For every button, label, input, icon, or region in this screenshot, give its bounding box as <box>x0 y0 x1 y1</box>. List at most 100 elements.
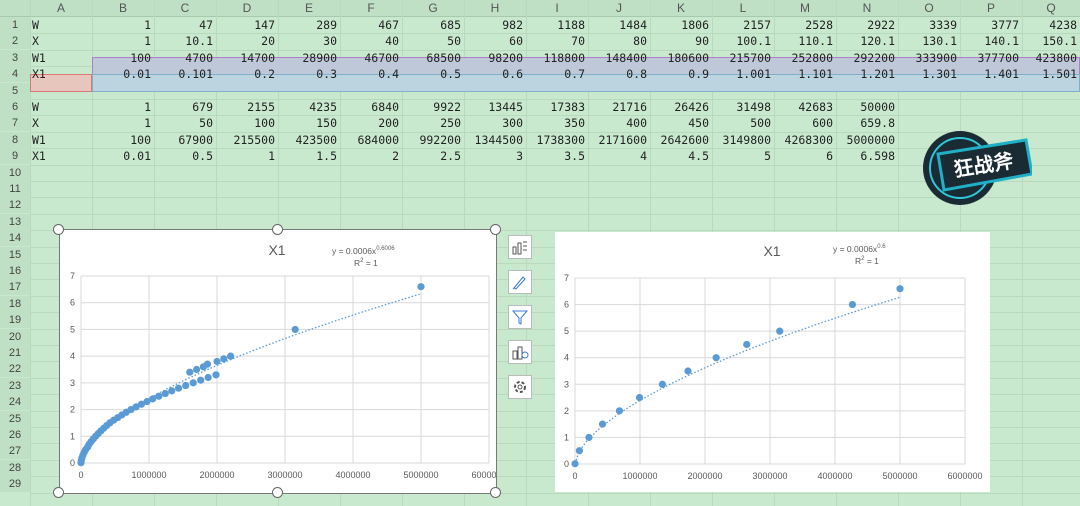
data-cell[interactable]: 3777 <box>960 17 1022 33</box>
data-cell[interactable]: 150.1 <box>1022 33 1080 49</box>
column-header-l[interactable]: L <box>712 0 774 17</box>
data-cell[interactable]: 42683 <box>774 99 836 115</box>
data-cell[interactable]: 0.8 <box>588 66 650 82</box>
data-cell[interactable]: 21716 <box>588 99 650 115</box>
row-header-24[interactable]: 24 <box>0 394 30 411</box>
data-cell[interactable]: 400 <box>588 115 650 131</box>
row-header-10[interactable]: 10 <box>0 164 30 181</box>
data-cell[interactable]: 1 <box>92 17 154 33</box>
label-cell[interactable]: X <box>32 115 94 131</box>
resize-handle-tl[interactable] <box>53 224 64 235</box>
chart-data-button[interactable] <box>508 340 532 364</box>
data-cell[interactable]: 292200 <box>836 50 898 66</box>
row-header-15[interactable]: 15 <box>0 246 30 263</box>
data-cell[interactable]: 30 <box>278 33 340 49</box>
data-cell[interactable]: 0.101 <box>154 66 216 82</box>
data-cell[interactable]: 4.5 <box>650 148 712 164</box>
row-header-1[interactable]: 1 <box>0 17 30 33</box>
row-header-28[interactable]: 28 <box>0 459 30 476</box>
row-header-3[interactable]: 3 <box>0 49 30 66</box>
data-cell[interactable]: 3339 <box>898 17 960 33</box>
data-cell[interactable]: 4700 <box>154 50 216 66</box>
data-cell[interactable]: 450 <box>650 115 712 131</box>
data-cell[interactable]: 1484 <box>588 17 650 33</box>
row-header-13[interactable]: 13 <box>0 213 30 230</box>
data-cell[interactable]: 0.2 <box>216 66 278 82</box>
chart-elements-button[interactable] <box>508 235 532 259</box>
column-header-d[interactable]: D <box>216 0 278 17</box>
data-cell[interactable]: 659.8 <box>836 115 898 131</box>
data-cell[interactable]: 1344500 <box>464 132 526 148</box>
data-cell[interactable]: 147 <box>216 17 278 33</box>
data-cell[interactable]: 500 <box>712 115 774 131</box>
data-cell[interactable]: 20 <box>216 33 278 49</box>
label-cell[interactable]: W1 <box>32 132 94 148</box>
row-header-29[interactable]: 29 <box>0 476 30 493</box>
row-header-22[interactable]: 22 <box>0 361 30 378</box>
row-header-9[interactable]: 9 <box>0 148 30 165</box>
data-cell[interactable]: 1.301 <box>898 66 960 82</box>
data-cell[interactable]: 685 <box>402 17 464 33</box>
data-cell[interactable]: 4235 <box>278 99 340 115</box>
data-cell[interactable]: 50 <box>402 33 464 49</box>
data-cell[interactable]: 5 <box>712 148 774 164</box>
data-cell[interactable]: 46700 <box>340 50 402 66</box>
column-header-b[interactable]: B <box>92 0 154 17</box>
data-cell[interactable]: 10.1 <box>154 33 216 49</box>
resize-handle-bl[interactable] <box>53 487 64 498</box>
row-header-27[interactable]: 27 <box>0 443 30 460</box>
data-cell[interactable]: 2171600 <box>588 132 650 148</box>
data-cell[interactable]: 215500 <box>216 132 278 148</box>
data-cell[interactable]: 4268300 <box>774 132 836 148</box>
row-header-2[interactable]: 2 <box>0 33 30 50</box>
select-all-corner[interactable] <box>0 0 30 17</box>
data-cell[interactable]: 0.01 <box>92 148 154 164</box>
row-header-16[interactable]: 16 <box>0 263 30 279</box>
data-cell[interactable]: 0.5 <box>402 66 464 82</box>
row-header-23[interactable]: 23 <box>0 377 30 394</box>
data-cell[interactable]: 2642600 <box>650 132 712 148</box>
label-cell[interactable]: W1 <box>32 50 94 66</box>
row-header-17[interactable]: 17 <box>0 279 30 296</box>
data-cell[interactable]: 60 <box>464 33 526 49</box>
data-cell[interactable]: 982 <box>464 17 526 33</box>
data-cell[interactable]: 1.501 <box>1022 66 1080 82</box>
data-cell[interactable]: 67900 <box>154 132 216 148</box>
data-cell[interactable]: 0.01 <box>92 66 154 82</box>
data-cell[interactable]: 4238 <box>1022 17 1080 33</box>
row-header-19[interactable]: 19 <box>0 312 30 329</box>
data-cell[interactable]: 2155 <box>216 99 278 115</box>
data-cell[interactable]: 1 <box>92 115 154 131</box>
data-cell[interactable]: 600 <box>774 115 836 131</box>
row-header-25[interactable]: 25 <box>0 410 30 427</box>
data-cell[interactable]: 150 <box>278 115 340 131</box>
data-cell[interactable]: 1.001 <box>712 66 774 82</box>
column-header-g[interactable]: G <box>402 0 464 17</box>
data-cell[interactable]: 992200 <box>402 132 464 148</box>
row-header-21[interactable]: 21 <box>0 345 30 361</box>
data-cell[interactable]: 100 <box>92 50 154 66</box>
data-cell[interactable]: 26426 <box>650 99 712 115</box>
data-cell[interactable]: 180600 <box>650 50 712 66</box>
chart-styles-button[interactable] <box>508 270 532 294</box>
data-cell[interactable]: 50000 <box>836 99 898 115</box>
data-cell[interactable]: 0.6 <box>464 66 526 82</box>
column-header-k[interactable]: K <box>650 0 712 17</box>
data-cell[interactable]: 350 <box>526 115 588 131</box>
chart-1[interactable]: 0 1 2 3 4 5 6 7 0 1000000 2000000 3000000 4000000 500… <box>59 229 507 494</box>
data-cell[interactable]: 200 <box>340 115 402 131</box>
column-header-o[interactable]: O <box>898 0 960 17</box>
data-cell[interactable]: 289 <box>278 17 340 33</box>
data-cell[interactable]: 3.5 <box>526 148 588 164</box>
resize-handle-tr[interactable] <box>490 224 501 235</box>
data-cell[interactable]: 6.598 <box>836 148 898 164</box>
data-cell[interactable]: 98200 <box>464 50 526 66</box>
data-cell[interactable]: 148400 <box>588 50 650 66</box>
data-cell[interactable]: 1.101 <box>774 66 836 82</box>
data-cell[interactable]: 0.5 <box>154 148 216 164</box>
row-header-7[interactable]: 7 <box>0 115 30 132</box>
data-cell[interactable]: 47 <box>154 17 216 33</box>
data-cell[interactable]: 377700 <box>960 50 1022 66</box>
data-cell[interactable]: 1.5 <box>278 148 340 164</box>
column-header-p[interactable]: P <box>960 0 1022 17</box>
